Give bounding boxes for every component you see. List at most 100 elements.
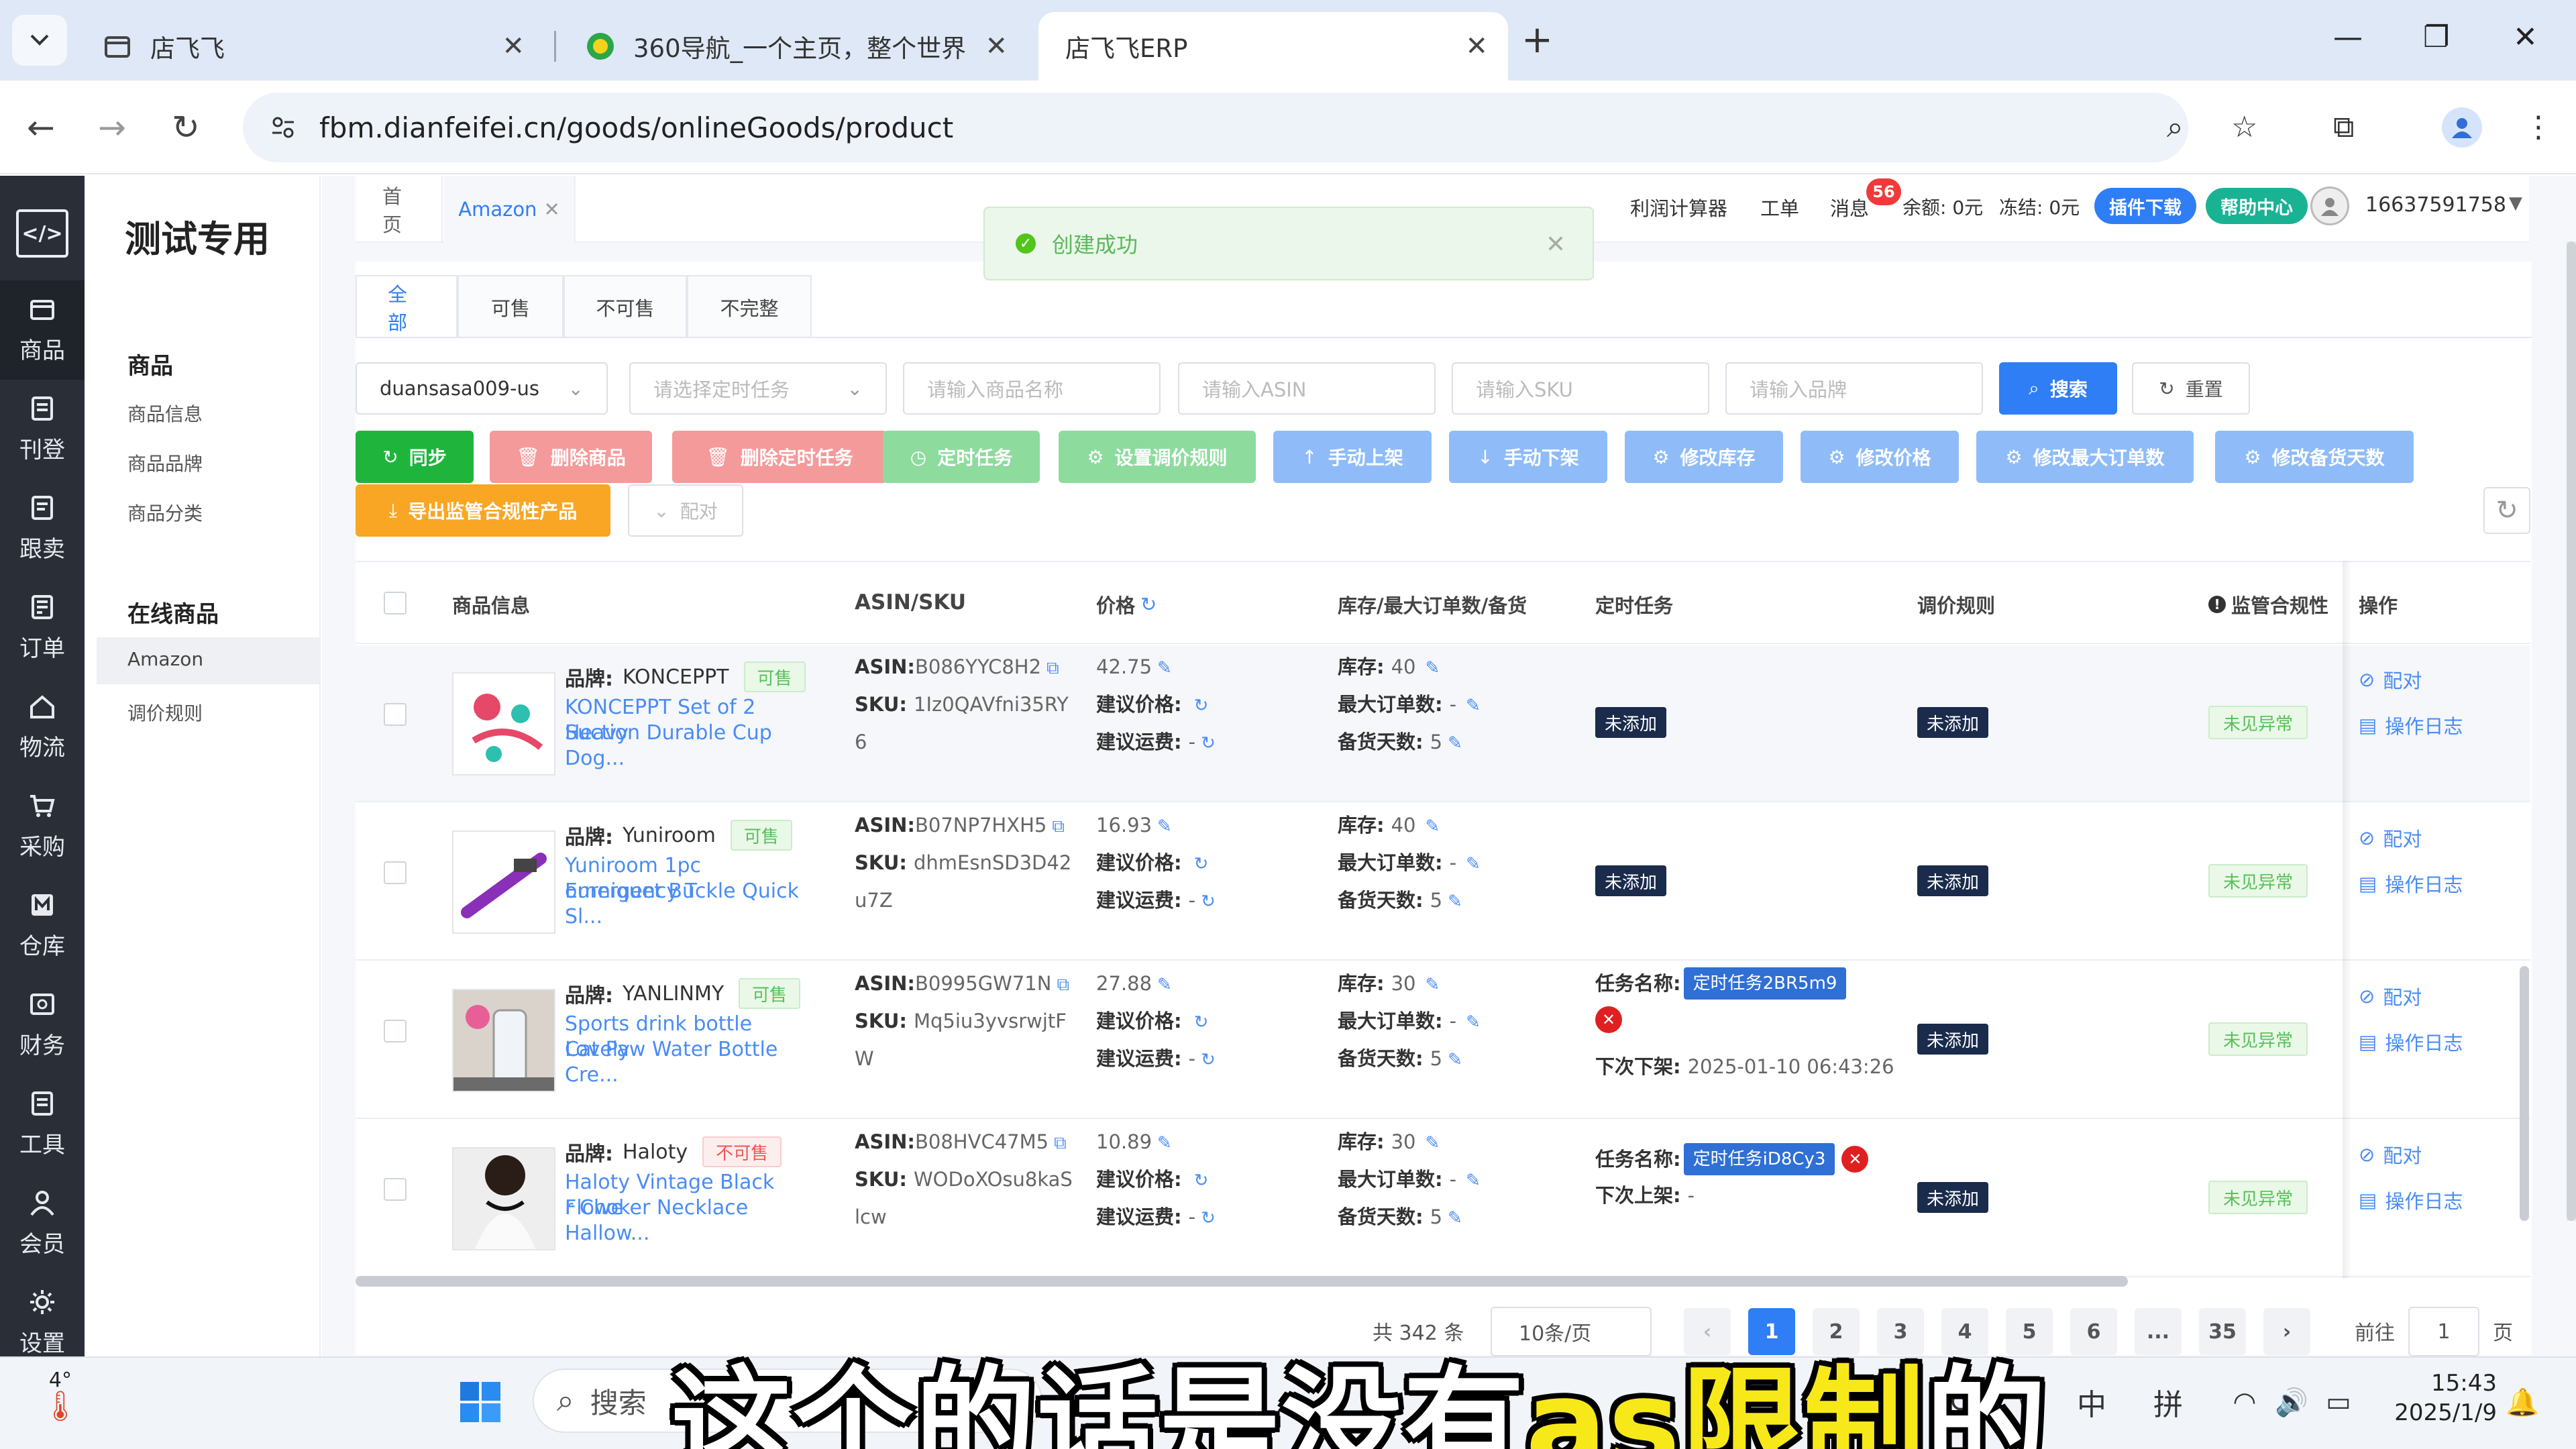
edit-icon[interactable]: ✎ xyxy=(1448,733,1462,753)
page-scrollbar[interactable] xyxy=(2567,241,2576,1221)
stock-value[interactable]: 30 xyxy=(1391,972,1416,995)
page-number-8[interactable]: 35 xyxy=(2199,1308,2246,1355)
asin-value[interactable]: B07NP7HXH5 xyxy=(915,814,1046,837)
asin-value[interactable]: B0995GW71N xyxy=(915,972,1051,995)
price-amount[interactable]: 27.88 xyxy=(1096,972,1152,995)
sidebar-item-8[interactable]: 财务 xyxy=(0,975,85,1075)
close-icon[interactable]: ✕ xyxy=(1465,31,1488,62)
edit-icon[interactable]: ✎ xyxy=(1426,1133,1440,1153)
profit-calculator-link[interactable]: 利润计算器 xyxy=(1630,193,1727,221)
product-title-line2[interactable]: r Choker Necklace Hallow... xyxy=(565,1195,820,1246)
pair-button[interactable]: ⌄ 配对 xyxy=(628,484,743,537)
copy-icon[interactable]: ⧉ xyxy=(1054,1133,1067,1153)
restore-icon[interactable]: ❐ xyxy=(2423,17,2449,58)
edit-icon[interactable]: ✎ xyxy=(1448,1208,1462,1228)
operation-log-link[interactable]: ▤ 操作日志 xyxy=(2359,869,2463,898)
refresh-icon[interactable]: ↻ xyxy=(1194,854,1209,874)
stock-value[interactable]: 40 xyxy=(1391,655,1416,678)
edit-icon[interactable]: ✎ xyxy=(1426,658,1440,678)
subnav-item-brands[interactable]: 商品品牌 xyxy=(127,449,203,476)
subnav-item-goods-info[interactable]: 商品信息 xyxy=(127,400,203,427)
refresh-icon[interactable]: ↻ xyxy=(1194,1171,1209,1191)
volume-icon[interactable]: 🔊 xyxy=(2265,1375,2318,1429)
row-checkbox[interactable] xyxy=(384,1178,407,1201)
remove-task-icon[interactable]: ✕ xyxy=(1841,1146,1869,1173)
info-icon[interactable]: ! xyxy=(2208,596,2226,613)
edit-handling-days-button[interactable]: ⚙ 修改备货天数 xyxy=(2215,431,2414,483)
new-tab-icon[interactable]: + xyxy=(1521,20,1553,60)
refresh-icon[interactable]: ↻ xyxy=(1201,1208,1216,1228)
close-icon[interactable]: ✕ xyxy=(543,198,559,221)
sku-value[interactable]: dhmEsnSD3D42 xyxy=(914,851,1071,874)
help-center-button[interactable]: 帮助中心 xyxy=(2206,188,2308,224)
sidebar-item-7[interactable]: 仓库 xyxy=(0,876,85,975)
operation-log-link[interactable]: ▤ 操作日志 xyxy=(2359,1028,2463,1056)
select-all-checkbox[interactable] xyxy=(384,592,407,614)
list-manually-button[interactable]: ↑ 手动上架 xyxy=(1273,431,1432,483)
sidebar-item-1[interactable]: 商品 xyxy=(0,280,85,380)
close-icon[interactable]: ✕ xyxy=(1546,231,1566,258)
stock-value[interactable]: 30 xyxy=(1391,1130,1416,1153)
edit-icon[interactable]: ✎ xyxy=(1466,696,1481,716)
address-bar[interactable]: fbm.dianfeifei.cn/goods/onlineGoods/prod… xyxy=(243,93,2188,162)
page-tab-home[interactable]: 首页 xyxy=(356,176,443,243)
filter-tab-all[interactable]: 全部 xyxy=(356,275,458,338)
ticket-link[interactable]: 工单 xyxy=(1760,193,1799,221)
browser-tab-1[interactable]: 店飞飞 ✕ xyxy=(75,12,545,80)
page-number-6[interactable]: 6 xyxy=(2070,1308,2117,1355)
profile-avatar[interactable] xyxy=(2442,107,2482,148)
pair-link[interactable]: ⊘ 配对 xyxy=(2359,982,2422,1010)
refresh-icon[interactable]: ↻ xyxy=(2483,487,2530,534)
asin-value[interactable]: B08HVC47M5 xyxy=(915,1130,1049,1153)
page-number-7[interactable]: ... xyxy=(2135,1308,2182,1355)
reload-icon[interactable]: ↻ xyxy=(172,105,200,150)
product-name-input[interactable]: 请输入商品名称 xyxy=(903,362,1161,415)
edit-icon[interactable]: ✎ xyxy=(1466,854,1481,874)
goto-page-input[interactable]: 1 xyxy=(2408,1307,2479,1356)
product-thumbnail[interactable] xyxy=(452,830,555,934)
subnav-item-pricing-rules[interactable]: 调价规则 xyxy=(127,699,203,726)
close-window-icon[interactable]: ✕ xyxy=(2513,17,2538,58)
search-button[interactable]: ⌕ 搜索 xyxy=(1999,362,2117,415)
table-scrollbar-vertical[interactable] xyxy=(2520,966,2529,1221)
edit-stock-button[interactable]: ⚙ 修改库存 xyxy=(1625,431,1783,483)
notification-bell-icon[interactable]: 🔔 xyxy=(2496,1375,2549,1429)
sidebar-item-10[interactable]: 会员 xyxy=(0,1174,85,1273)
edit-icon[interactable]: ✎ xyxy=(1448,892,1462,912)
ime-chinese-icon[interactable]: 中 xyxy=(2065,1375,2118,1429)
edit-icon[interactable]: ✎ xyxy=(1157,816,1172,837)
set-pricing-rule-button[interactable]: ⚙ 设置调价规则 xyxy=(1059,431,1256,483)
copy-icon[interactable]: ⧉ xyxy=(1052,816,1065,837)
sync-icon[interactable]: ↻ xyxy=(1140,593,1157,616)
row-checkbox[interactable] xyxy=(384,861,407,884)
edit-icon[interactable]: ✎ xyxy=(1157,975,1172,995)
product-thumbnail[interactable] xyxy=(452,672,555,775)
edit-icon[interactable]: ✎ xyxy=(1466,1012,1481,1032)
store-select[interactable]: duansasa009-us ⌄ xyxy=(356,362,608,415)
task-name-tag[interactable]: 定时任务2BR5m9 xyxy=(1683,967,1847,1000)
sidebar-item-6[interactable]: 采购 xyxy=(0,777,85,876)
product-thumbnail[interactable] xyxy=(452,1147,555,1250)
reset-button[interactable]: ↻ 重置 xyxy=(2132,362,2250,415)
close-icon[interactable]: ✕ xyxy=(985,31,1008,62)
stock-value[interactable]: 40 xyxy=(1391,814,1416,837)
avatar[interactable] xyxy=(2310,186,2349,225)
copy-icon[interactable]: ⧉ xyxy=(1057,975,1069,995)
refresh-icon[interactable]: ↻ xyxy=(1201,892,1216,912)
handling-days-value[interactable]: 5 xyxy=(1430,889,1442,912)
product-thumbnail[interactable] xyxy=(452,989,555,1092)
refresh-icon[interactable]: ↻ xyxy=(1201,733,1216,753)
page-tab-amazon[interactable]: Amazon ✕ xyxy=(444,176,576,243)
scheduled-task-select[interactable]: 请选择定时任务 ⌄ xyxy=(629,362,887,415)
sidebar-item-9[interactable]: 工具 xyxy=(0,1075,85,1174)
price-amount[interactable]: 10.89 xyxy=(1096,1130,1152,1153)
close-icon[interactable]: ✕ xyxy=(502,31,525,62)
asin-value[interactable]: B086YYC8H2 xyxy=(915,655,1041,678)
subnav-item-amazon[interactable]: Amazon xyxy=(127,648,203,670)
extensions-icon[interactable]: ⧉ xyxy=(2333,106,2354,149)
edit-icon[interactable]: ✎ xyxy=(1157,658,1172,678)
forward-icon[interactable]: → xyxy=(98,105,126,150)
windows-start-icon[interactable] xyxy=(453,1375,507,1429)
wifi-icon[interactable]: ◠ xyxy=(2218,1375,2271,1429)
table-scrollbar-horizontal[interactable] xyxy=(356,1276,2128,1287)
